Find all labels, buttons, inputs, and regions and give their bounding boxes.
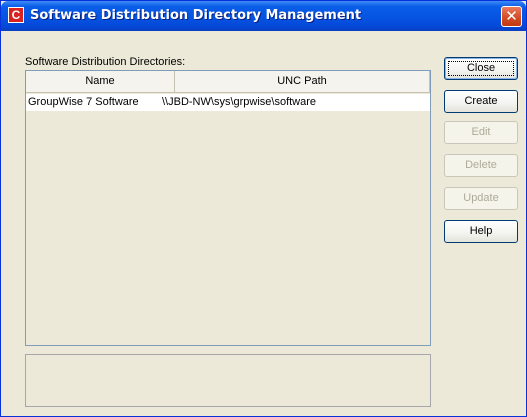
directory-list[interactable]: Name UNC Path GroupWise 7 Software \\JBD…: [25, 70, 431, 346]
column-header-name[interactable]: Name: [26, 71, 175, 93]
help-button[interactable]: Help: [444, 220, 518, 243]
dialog-window: C Software Distribution Directory Manage…: [0, 0, 527, 417]
row-name-cell: GroupWise 7 Software: [28, 96, 139, 108]
close-button[interactable]: Close: [444, 57, 518, 80]
edit-button-label: Edit: [471, 126, 491, 138]
create-button[interactable]: Create: [444, 90, 518, 113]
help-button-label: Help: [469, 225, 493, 237]
focus-rect: [448, 61, 514, 76]
edit-button[interactable]: Edit: [444, 121, 518, 144]
update-button-label: Update: [463, 192, 499, 204]
description-box: [25, 354, 431, 407]
window-title: Software Distribution Directory Manageme…: [30, 8, 362, 23]
update-button[interactable]: Update: [444, 187, 518, 210]
delete-button-label: Delete: [465, 159, 497, 171]
close-icon[interactable]: ✕: [501, 6, 522, 27]
list-header: Name UNC Path: [26, 71, 430, 93]
title-bar[interactable]: C Software Distribution Directory Manage…: [1, 1, 526, 31]
create-button-label: Create: [464, 95, 498, 107]
app-icon: C: [8, 7, 24, 23]
list-caption: Software Distribution Directories:: [25, 56, 186, 68]
column-header-unc-path[interactable]: UNC Path: [175, 71, 430, 93]
row-unc-cell: \\JBD-NW\sys\grpwise\software: [162, 96, 317, 108]
delete-button[interactable]: Delete: [444, 154, 518, 177]
list-row[interactable]: GroupWise 7 Software \\JBD-NW\sys\grpwis…: [26, 94, 430, 111]
